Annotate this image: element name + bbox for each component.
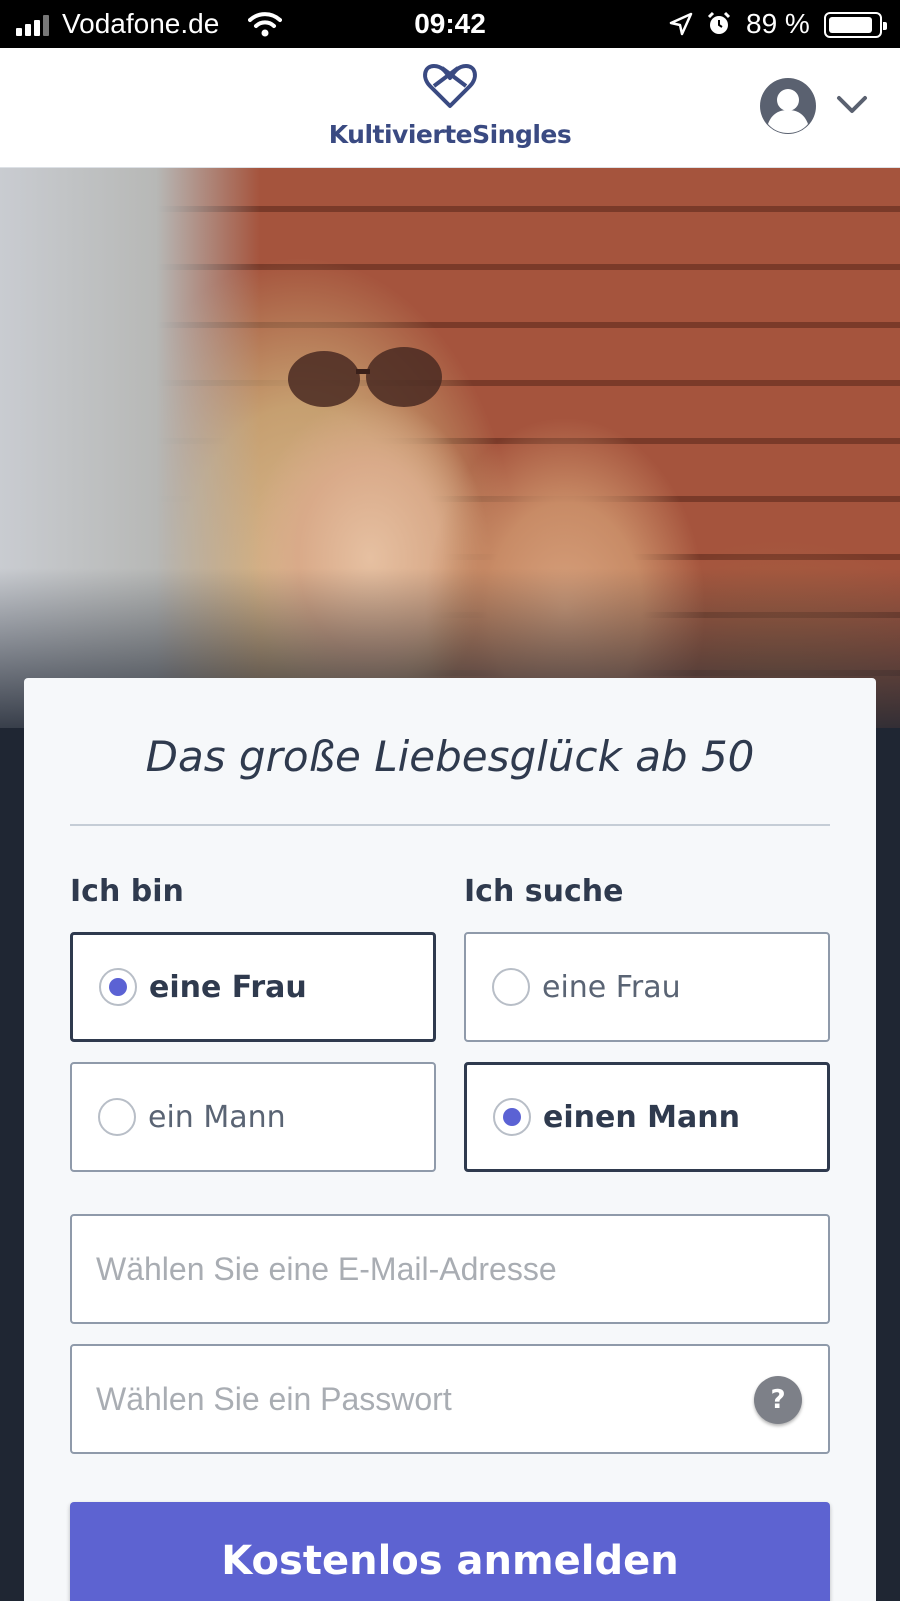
battery-percent: 89 %: [746, 8, 810, 39]
alarm-icon: [707, 11, 731, 34]
register-button[interactable]: Kostenlos anmelden: [70, 1502, 830, 1601]
password-input[interactable]: [96, 1346, 746, 1452]
battery-icon: [824, 12, 887, 38]
radio-button[interactable]: [493, 1098, 531, 1136]
registration-card: Das große Liebesglück ab 50 Ich bin Ich …: [24, 678, 876, 1601]
tagline: Das große Liebesglück ab 50: [145, 732, 755, 781]
status-bar: Vodafone.de 09:42 89 %: [0, 0, 900, 48]
option-label: eine Frau: [542, 969, 681, 1005]
seeking-man-option[interactable]: einen Mann: [464, 1062, 830, 1172]
sunglasses-shape: [288, 347, 442, 407]
logo-heart-icon[interactable]: [420, 62, 480, 110]
radio-button[interactable]: [98, 1098, 136, 1136]
hero-photo: [0, 168, 900, 728]
chevron-down-icon[interactable]: [836, 94, 868, 116]
app-header: KultivierteSingles: [0, 48, 900, 168]
option-label: eine Frau: [149, 969, 307, 1005]
option-label: einen Mann: [543, 1099, 740, 1135]
radio-button[interactable]: [99, 968, 137, 1006]
email-field[interactable]: [70, 1214, 830, 1324]
i-am-woman-option[interactable]: eine Frau: [70, 932, 436, 1042]
password-field[interactable]: ?: [70, 1344, 830, 1454]
radio-button[interactable]: [492, 968, 530, 1006]
password-help-button[interactable]: ?: [754, 1376, 802, 1424]
i-am-man-option[interactable]: ein Mann: [70, 1062, 436, 1172]
location-arrow-icon: [669, 12, 693, 36]
seeking-label: Ich suche: [464, 874, 624, 909]
avatar-icon[interactable]: [758, 76, 818, 136]
divider: [70, 824, 830, 826]
email-input[interactable]: [96, 1216, 746, 1322]
seeking-woman-option[interactable]: eine Frau: [464, 932, 830, 1042]
option-label: ein Mann: [148, 1099, 286, 1135]
i-am-label: Ich bin: [70, 874, 184, 909]
